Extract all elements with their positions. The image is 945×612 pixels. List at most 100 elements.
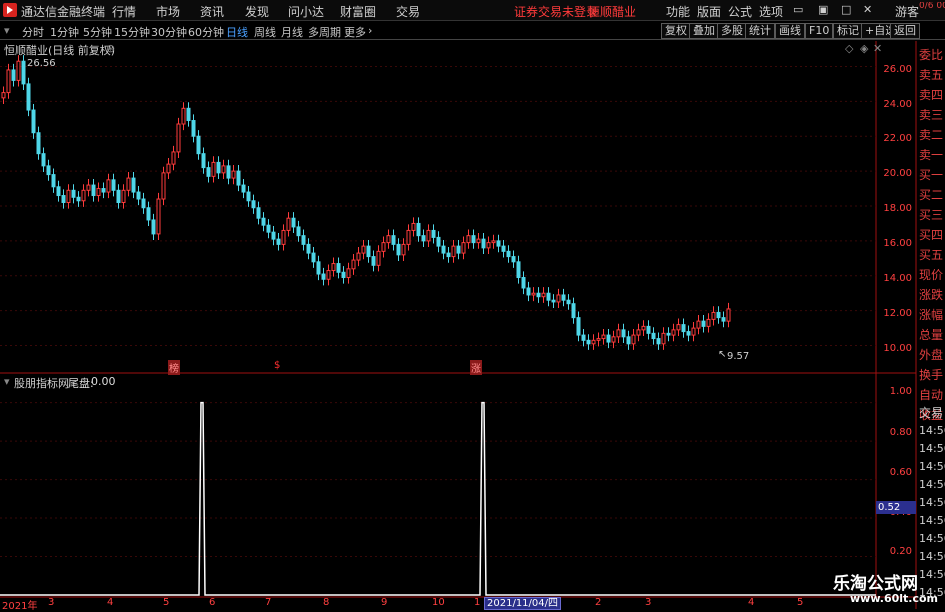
candle-body[interactable] (51, 174, 56, 188)
candle-body[interactable] (271, 231, 276, 240)
candle-body[interactable] (26, 83, 31, 111)
candle-body[interactable] (656, 338, 661, 345)
candle-body[interactable] (236, 170, 241, 186)
candle-body[interactable] (561, 294, 566, 301)
candle-body[interactable] (346, 268, 351, 279)
indicator-dropdown-icon[interactable]: ▾ (4, 375, 10, 388)
candle-body[interactable] (276, 238, 281, 245)
candle-body[interactable] (76, 196, 81, 202)
candle-body[interactable] (486, 242, 491, 249)
candle-body[interactable] (146, 207, 151, 221)
candle-body[interactable] (436, 236, 441, 247)
candle-body[interactable] (726, 308, 731, 322)
candle-body[interactable] (366, 245, 371, 258)
period-weekly[interactable]: 周线 (254, 24, 276, 40)
candle-body[interactable] (356, 252, 361, 261)
candle-body[interactable] (601, 334, 606, 340)
menu-jiaoyi[interactable]: 交易 (396, 3, 420, 20)
candle-body[interactable] (421, 235, 426, 242)
candle-body[interactable] (386, 235, 391, 244)
candle-body[interactable] (206, 167, 211, 177)
candle-body[interactable] (596, 338, 601, 341)
menu-gongneng[interactable]: 功能 (666, 3, 690, 20)
candle-body[interactable] (91, 184, 96, 197)
sidebar-auto-label[interactable]: 自动 (919, 386, 945, 403)
candle-body[interactable] (126, 177, 131, 191)
candle-body[interactable] (526, 287, 531, 296)
period-30min[interactable]: 30分钟 (151, 24, 187, 40)
candle-body[interactable] (691, 327, 696, 336)
settings-circle-icon[interactable]: ⊛ (106, 42, 115, 55)
back-button[interactable]: 返回 (890, 23, 920, 39)
candle-body[interactable] (681, 324, 686, 333)
candle-body[interactable] (16, 60, 21, 81)
close-icon[interactable]: ✕ (863, 3, 872, 16)
candle-body[interactable] (466, 235, 471, 244)
candle-body[interactable] (166, 163, 171, 174)
candle-body[interactable] (426, 229, 431, 242)
candle-body[interactable] (706, 318, 711, 327)
candle-body[interactable] (31, 109, 36, 134)
period-more[interactable]: 更多 (344, 24, 366, 40)
candle-body[interactable] (241, 184, 246, 193)
candle-body[interactable] (21, 60, 26, 85)
candle-body[interactable] (46, 165, 51, 176)
candle-body[interactable] (686, 331, 691, 336)
candle-body[interactable] (71, 189, 76, 198)
candle-body[interactable] (151, 219, 156, 235)
candle-body[interactable] (511, 256, 516, 263)
candle-body[interactable] (376, 250, 381, 266)
candle-body[interactable] (556, 294, 561, 303)
candle-body[interactable] (186, 107, 191, 122)
candle-body[interactable] (221, 165, 226, 174)
candle-body[interactable] (721, 317, 726, 322)
candle-body[interactable] (631, 334, 636, 345)
multi-stock-button[interactable]: 多股 (717, 23, 747, 39)
zoom-icon[interactable]: ◈ (860, 42, 868, 55)
candle-body[interactable] (446, 252, 451, 258)
fuquan-button[interactable]: 复权 (661, 23, 691, 39)
candle-body[interactable] (286, 217, 291, 231)
period-5min[interactable]: 5分钟 (83, 24, 112, 40)
candle-body[interactable] (156, 198, 161, 235)
candle-body[interactable] (261, 217, 266, 226)
candle-body[interactable] (191, 120, 196, 137)
candle-body[interactable] (701, 320, 706, 327)
candle-body[interactable] (646, 325, 651, 334)
dropdown-icon[interactable]: ▾ (4, 24, 10, 37)
candle-body[interactable] (246, 191, 251, 202)
period-15min[interactable]: 15分钟 (114, 24, 150, 40)
diamond-icon[interactable]: ◇ (845, 42, 853, 55)
candle-body[interactable] (296, 226, 301, 237)
candle-body[interactable] (101, 188, 106, 193)
candle-body[interactable] (441, 245, 446, 254)
mark-button[interactable]: 标记 (833, 23, 863, 39)
candle-body[interactable] (711, 311, 716, 320)
candle-body[interactable] (696, 320, 701, 329)
candle-body[interactable] (616, 329, 621, 338)
guest-label[interactable]: 游客 (895, 3, 919, 20)
candle-body[interactable] (311, 252, 316, 263)
candle-series[interactable] (1, 41, 874, 350)
candle-body[interactable] (541, 292, 546, 298)
candle-body[interactable] (381, 242, 386, 252)
candle-body[interactable] (256, 207, 261, 219)
candle-body[interactable] (496, 240, 501, 247)
candle-body[interactable] (491, 240, 496, 244)
candle-body[interactable] (136, 191, 141, 200)
marker-bang[interactable]: 榜 (168, 360, 180, 375)
candle-body[interactable] (661, 332, 666, 345)
menu-xuanxiang[interactable]: 选项 (759, 3, 783, 20)
candle-body[interactable] (451, 245, 456, 258)
candle-body[interactable] (161, 172, 166, 200)
candle-body[interactable] (106, 179, 111, 193)
candle-body[interactable] (546, 292, 551, 301)
period-1min[interactable]: 1分钟 (50, 24, 79, 40)
candle-body[interactable] (586, 339, 591, 345)
candle-body[interactable] (201, 153, 206, 169)
candle-body[interactable] (181, 107, 186, 125)
marker-dollar[interactable]: $ (274, 360, 280, 371)
candle-body[interactable] (231, 170, 236, 179)
candle-body[interactable] (36, 132, 41, 155)
candle-body[interactable] (141, 198, 146, 209)
